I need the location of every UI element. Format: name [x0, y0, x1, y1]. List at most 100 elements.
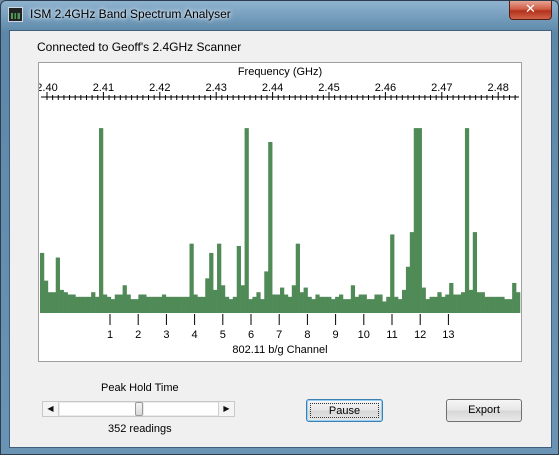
spectrum-bar [169, 296, 175, 313]
peak-hold-label: Peak Hold Time [101, 382, 179, 394]
spectrum-bar [283, 294, 289, 313]
slider-right-arrow-icon[interactable]: ▶ [218, 402, 234, 416]
spectrum-bar [433, 296, 438, 313]
spectrum-bar [146, 296, 151, 313]
spectrum-bar [405, 266, 411, 313]
spectrum-bar [394, 296, 399, 313]
spectrum-bar [87, 296, 92, 313]
spectrum-bar [516, 292, 521, 313]
spectrum-bar [252, 296, 257, 313]
spectrum-bar [315, 294, 320, 313]
spectrum-bar [272, 294, 277, 313]
spectrum-bar [335, 296, 340, 313]
spectrum-bar [268, 141, 273, 313]
spectrum-bar [476, 292, 481, 313]
spectrum-bar [79, 296, 84, 313]
spectrum-bar [484, 296, 489, 313]
title-bar[interactable]: ISM 2.4GHz Band Spectrum Analyser ✕ [1, 1, 558, 29]
spectrum-bar [354, 296, 359, 313]
spectrum-bar [311, 299, 316, 313]
spectrum-bar [248, 299, 253, 313]
spectrum-bar [213, 289, 218, 313]
spectrum-bar [464, 128, 470, 313]
spectrum-bar [91, 292, 96, 313]
spectrum-app-icon [8, 7, 23, 22]
spectrum-bar [504, 299, 509, 313]
spectrum-bar [390, 234, 395, 313]
spectrum-bar [138, 294, 143, 313]
spectrum-bar [224, 296, 230, 313]
spectrum-bar [236, 245, 241, 313]
spectrum-bar [154, 296, 159, 313]
spectrum-bar [350, 285, 356, 313]
peak-hold-slider[interactable]: ◀ ▶ [42, 401, 235, 417]
spectrum-bar [122, 285, 127, 313]
spectrum-bar [295, 243, 300, 313]
spectrum-bar [496, 296, 501, 313]
spectrum-bar [228, 299, 234, 313]
spectrum-bar [437, 292, 442, 313]
spectrum-bar [232, 296, 238, 313]
spectrum-bar [185, 296, 190, 313]
spectrum-bar [492, 296, 497, 313]
spectrum-bar [47, 292, 53, 313]
spectrum-bar [118, 294, 123, 313]
spectrum-bar [264, 271, 269, 313]
spectrum-bar [488, 296, 493, 313]
spectrum-bar [256, 292, 261, 313]
frequency-axis-label: Frequency (GHz) [238, 66, 322, 78]
spectrum-bar [299, 292, 304, 313]
spectrum-bar [189, 243, 194, 313]
spectrum-bar [421, 287, 426, 313]
spectrum-bar [303, 287, 308, 313]
pause-button-label: Pause [310, 403, 379, 418]
slider-track-right[interactable] [144, 403, 218, 415]
spectrum-bar [161, 294, 167, 313]
spectrum-bar [307, 296, 312, 313]
spectrum-bar [339, 294, 344, 313]
spectrum-bar [99, 128, 104, 313]
spectrum-bar [55, 257, 60, 313]
spectrum-bar [346, 299, 352, 313]
spectrum-bar [409, 232, 415, 313]
spectrum-bar [331, 299, 336, 313]
spectrum-bar [95, 296, 100, 313]
slider-left-arrow-icon[interactable]: ◀ [43, 402, 59, 416]
spectrum-bar [130, 299, 135, 313]
export-button[interactable]: Export [446, 399, 522, 422]
spectrum-bar [83, 296, 88, 313]
spectrum-bar [220, 285, 226, 313]
connection-status: Connected to Geoff's 2.4GHz Scanner [37, 40, 242, 54]
spectrum-bar [460, 292, 466, 313]
spectrum-bar [217, 243, 222, 313]
spectrum-bar [512, 282, 517, 313]
spectrum-bar [342, 299, 348, 313]
close-button[interactable]: ✕ [509, 1, 552, 20]
spectrum-bar [209, 252, 214, 313]
spectrum-bar [142, 294, 147, 313]
spectrum-bar [173, 296, 179, 313]
spectrum-bar [425, 299, 430, 313]
app-window: ISM 2.4GHz Band Spectrum Analyser ✕ Conn… [0, 0, 559, 455]
spectrum-bar [508, 299, 513, 313]
spectrum-bar [40, 252, 45, 313]
spectrum-bar [276, 294, 281, 313]
slider-track-left[interactable] [60, 403, 135, 415]
spectrum-bar [181, 296, 186, 313]
spectrum-bar [51, 292, 57, 313]
spectrum-bar [240, 285, 245, 313]
spectrum-chart: Frequency (GHz) 2.40 2.41 2.42 2.43 2.44 2.45 2… [38, 62, 522, 362]
spectrum-bar [370, 299, 375, 313]
spectrum-bar [358, 294, 363, 313]
spectrum-bar [413, 128, 419, 313]
pause-button[interactable]: Pause [306, 399, 383, 422]
spectrum-bar [382, 301, 387, 313]
slider-thumb[interactable] [135, 402, 143, 416]
spectrum-bar [63, 292, 68, 313]
spectrum-chart-svg: Frequency (GHz)2.40 2.41 2.42 2.43 2.44 2.45 2… [39, 66, 521, 356]
spectrum-bar [71, 294, 76, 313]
spectrum-bar [480, 292, 485, 313]
spectrum-bar [468, 289, 474, 313]
spectrum-bar [319, 296, 324, 313]
spectrum-bar [205, 278, 210, 313]
